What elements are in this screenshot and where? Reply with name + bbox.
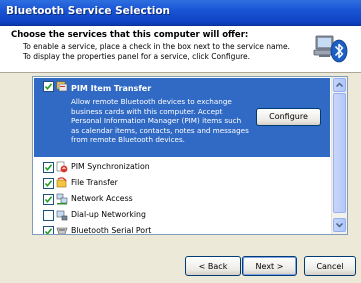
service-checkbox[interactable] bbox=[43, 226, 54, 234]
bluetooth-computer-icon bbox=[313, 35, 348, 63]
dialup-networking-icon bbox=[56, 210, 68, 221]
vertical-scrollbar[interactable] bbox=[331, 77, 347, 234]
service-label: File Transfer bbox=[71, 178, 118, 187]
service-label: PIM Synchronization bbox=[71, 162, 150, 171]
service-checkbox[interactable] bbox=[43, 178, 54, 189]
list-item[interactable]: Bluetooth Serial Port bbox=[34, 223, 330, 234]
configure-button[interactable]: Configure bbox=[256, 108, 321, 126]
service-list[interactable]: PIM Item Transfer Allow remote Bluetooth… bbox=[32, 76, 348, 235]
service-checkbox[interactable] bbox=[43, 81, 54, 92]
header-instruction-1: To enable a service, place a check in th… bbox=[23, 42, 290, 51]
service-checkbox[interactable] bbox=[43, 162, 54, 173]
pim-sync-icon bbox=[56, 161, 68, 173]
scroll-thumb[interactable] bbox=[333, 93, 346, 213]
service-description: Allow remote Bluetooth devices to exchan… bbox=[71, 97, 249, 145]
file-transfer-icon bbox=[56, 177, 67, 188]
service-label: Bluetooth Serial Port bbox=[71, 226, 152, 234]
service-checkbox[interactable] bbox=[43, 210, 54, 221]
header-title: Choose the services that this computer w… bbox=[11, 30, 249, 40]
list-item[interactable]: File Transfer bbox=[34, 175, 330, 191]
service-checkbox[interactable] bbox=[43, 194, 54, 205]
scroll-down-button[interactable] bbox=[333, 218, 346, 232]
network-access-icon bbox=[56, 193, 68, 205]
service-label: Dial-up Networking bbox=[71, 210, 146, 219]
chevron-up-icon bbox=[335, 82, 344, 88]
next-button[interactable]: Next > bbox=[242, 256, 297, 276]
serial-port-icon bbox=[56, 227, 68, 234]
title-bar[interactable]: Bluetooth Service Selection bbox=[0, 0, 361, 26]
list-item[interactable]: PIM Synchronization bbox=[34, 159, 330, 175]
cancel-button[interactable]: Cancel bbox=[304, 256, 356, 276]
list-item[interactable]: Dial-up Networking bbox=[34, 207, 330, 223]
list-item-selected[interactable]: PIM Item Transfer Allow remote Bluetooth… bbox=[34, 78, 330, 157]
dialog-window: Bluetooth Service Selection Choose the s… bbox=[0, 0, 361, 283]
pim-item-transfer-icon bbox=[56, 81, 68, 92]
chevron-down-icon bbox=[335, 222, 344, 228]
back-button[interactable]: < Back bbox=[185, 256, 241, 276]
header-panel: Choose the services that this computer w… bbox=[0, 26, 361, 73]
service-label: PIM Item Transfer bbox=[71, 84, 152, 93]
window-title: Bluetooth Service Selection bbox=[6, 5, 171, 17]
list-item[interactable]: Network Access bbox=[34, 191, 330, 207]
scroll-up-button[interactable] bbox=[333, 78, 346, 92]
service-label: Network Access bbox=[71, 194, 133, 203]
header-instruction-2: To display the properties panel for a se… bbox=[23, 52, 251, 61]
